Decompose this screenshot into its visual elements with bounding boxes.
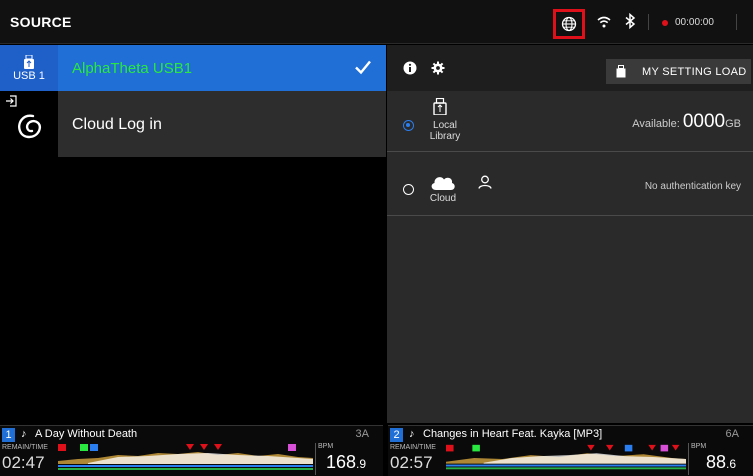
remain-time: 02:57 <box>390 453 433 472</box>
bpm-integer: 88 <box>706 452 727 472</box>
cloud-icon <box>431 177 455 190</box>
bpm-value: 168.9 <box>326 452 366 473</box>
radio-cloud[interactable] <box>403 184 414 195</box>
cue-marker <box>660 444 669 452</box>
library-option-cloud[interactable]: Cloud No authentication key <box>387 158 753 216</box>
globe-button[interactable] <box>553 9 585 39</box>
user-icon[interactable] <box>478 175 492 189</box>
source-sidebar: USB 1 <box>0 45 58 423</box>
track-title: A Day Without Death <box>35 428 138 440</box>
checkmark-icon <box>355 60 371 75</box>
list-item-usb[interactable]: AlphaTheta USB1 <box>58 45 386 91</box>
remain-time: 02:47 <box>2 453 45 472</box>
deck-2[interactable]: 2 ♪ Changes in Heart Feat. Kayka [MP3] 6… <box>388 425 753 476</box>
list-item-cloud-login[interactable]: Cloud Log in <box>58 91 386 157</box>
option-label: Cloud <box>429 193 457 204</box>
bpm-label: BPM <box>318 443 334 450</box>
bluetooth-icon[interactable] <box>624 13 636 29</box>
cue-marker <box>58 444 66 451</box>
waveform-overview[interactable] <box>58 444 313 472</box>
info-icon[interactable] <box>403 61 417 75</box>
bpm-decimal: .9 <box>356 457 367 471</box>
waveform-overview[interactable] <box>446 444 686 472</box>
top-bar: SOURCE 00:00:00 <box>0 0 753 44</box>
wifi-icon[interactable] <box>597 15 611 29</box>
track-key: 3A <box>355 428 369 440</box>
page-title: SOURCE <box>10 14 72 30</box>
radio-local[interactable] <box>403 120 414 131</box>
bpm-label: BPM <box>691 443 707 450</box>
available-unit: GB <box>725 118 741 130</box>
usb-drive-icon <box>24 54 34 69</box>
cloud-swirl-icon <box>18 114 41 139</box>
login-icon <box>6 95 17 107</box>
bpm-value: 88.6 <box>706 452 736 473</box>
divider <box>736 14 737 30</box>
track-key: 6A <box>725 428 739 440</box>
divider <box>648 14 649 30</box>
deck-number: 1 <box>2 428 15 442</box>
usb-drive-icon <box>433 98 447 115</box>
cue-marker <box>472 444 480 452</box>
available-storage: Available: 0000GB <box>632 111 741 133</box>
bpm-decimal: .6 <box>726 457 737 471</box>
sidebar-item-cloud[interactable] <box>0 91 58 157</box>
available-value: 0000 <box>682 111 726 132</box>
deck-number: 2 <box>390 428 403 442</box>
globe-icon <box>561 16 577 32</box>
sidebar-item-label: USB 1 <box>13 69 45 82</box>
source-name: Cloud Log in <box>72 116 162 133</box>
bpm-integer: 168 <box>326 452 357 472</box>
cue-marker <box>90 444 98 451</box>
library-option-local[interactable]: Local Library Available: 0000GB <box>387 94 753 152</box>
my-setting-load-button[interactable]: MY SETTING LOAD <box>606 59 751 84</box>
option-label: Local Library <box>425 120 465 142</box>
record-dot-icon <box>662 20 668 26</box>
button-label: MY SETTING LOAD <box>642 65 747 78</box>
cue-marker <box>80 444 88 451</box>
source-list: AlphaTheta USB1 Cloud Log in <box>58 45 386 423</box>
label-line: Library <box>429 131 461 142</box>
cue-marker <box>288 444 296 451</box>
cue-marker <box>624 444 633 452</box>
cue-marker <box>446 444 454 452</box>
auth-status: No authentication key <box>644 181 741 192</box>
music-note-icon: ♪ <box>21 428 27 440</box>
source-name: AlphaTheta USB1 <box>72 60 193 77</box>
remain-time-label: REMAIN/TIME <box>2 444 48 451</box>
record-time: 00:00:00 <box>675 17 714 28</box>
gear-icon[interactable] <box>431 61 445 75</box>
panel-header: MY SETTING LOAD <box>387 45 753 91</box>
music-note-icon: ♪ <box>409 428 415 440</box>
sidebar-item-usb[interactable]: USB 1 <box>0 45 58 91</box>
usb-drive-icon <box>616 65 626 78</box>
label-line: Local <box>433 120 457 131</box>
track-title: Changes in Heart Feat. Kayka [MP3] <box>423 428 603 440</box>
available-label: Available: <box>632 118 680 130</box>
source-detail-panel: MY SETTING LOAD Local Library Available:… <box>387 45 753 423</box>
remain-time-label: REMAIN/TIME <box>390 444 436 451</box>
deck-1[interactable]: 1 ♪ A Day Without Death 3A REMAIN/TIME 0… <box>0 425 383 476</box>
